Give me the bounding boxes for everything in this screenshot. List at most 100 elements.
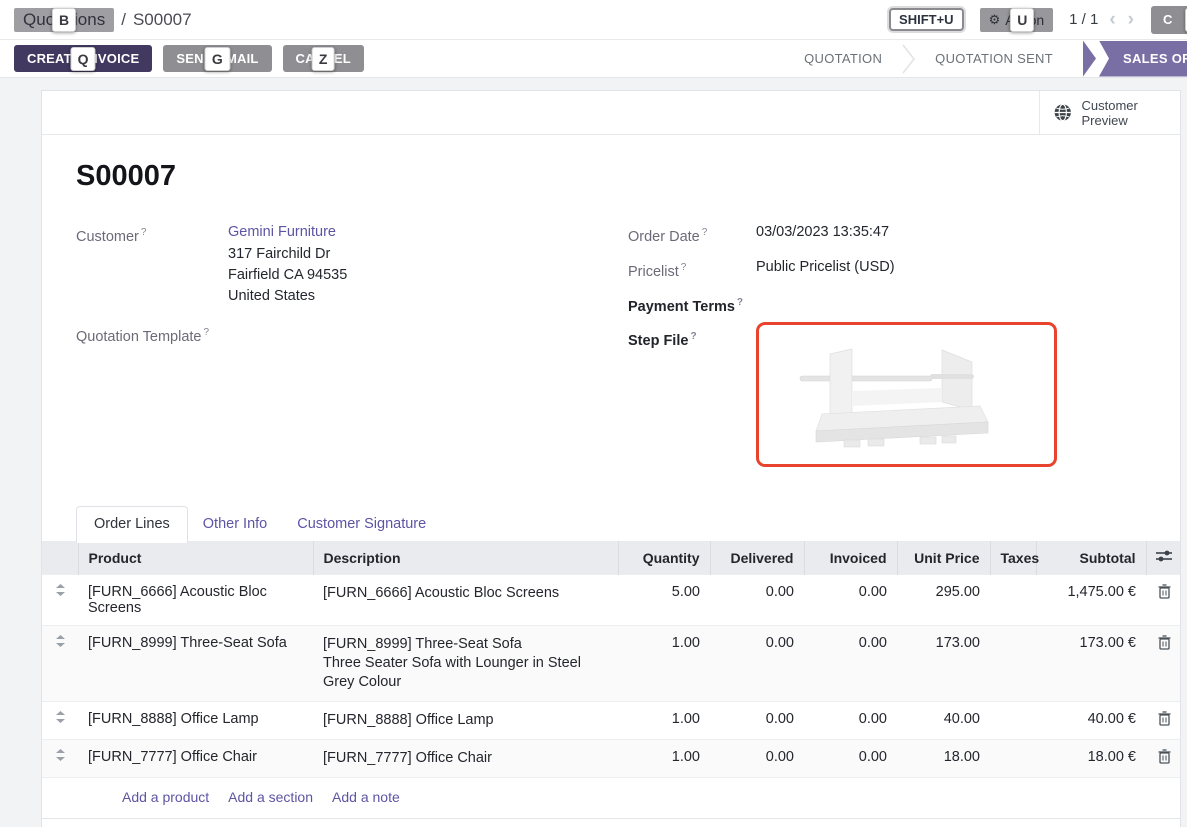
action-bar: CREATE INVOICE Q SEND EMAIL G CANCEL Z Q… [0, 40, 1187, 78]
step-file-image[interactable] [756, 322, 1057, 467]
cell-invoiced[interactable]: 0.00 [804, 626, 897, 702]
status-step-quotation-sent[interactable]: QUOTATION SENT [915, 51, 1073, 66]
customer-preview-label: Customer Preview [1081, 98, 1180, 128]
adjust-columns-icon [1156, 549, 1172, 563]
content-area: Customer Preview S00007 Customer? Gemini… [0, 78, 1187, 827]
cell-unit-price[interactable]: 173.00 [897, 626, 990, 702]
pager-value: 1 / 1 [1069, 11, 1098, 28]
pager: 1 / 1 ‹ › [1069, 10, 1135, 29]
cell-description[interactable]: [FURN_8999] Three-Seat Sofa Three Seater… [313, 626, 618, 702]
cell-unit-price[interactable]: 295.00 [897, 575, 990, 626]
cell-product[interactable]: [FURN_8888] Office Lamp [78, 702, 313, 740]
customer-value: Gemini Furniture 317 Fairchild Dr Fairfi… [228, 222, 347, 307]
column-header-taxes[interactable]: Taxes [990, 541, 1036, 575]
cell-description[interactable]: [FURN_7777] Office Chair [313, 740, 618, 778]
cell-delivered[interactable]: 0.00 [710, 575, 804, 626]
column-header-unit-price[interactable]: Unit Price [897, 541, 990, 575]
cell-subtotal: 1,475.00 € [1036, 575, 1146, 626]
table-row[interactable]: [FURN_7777] Office Chair [FURN_7777] Off… [42, 740, 1181, 778]
list-footer-links: Add a product Add a section Add a note [42, 777, 1180, 818]
table-row[interactable]: [FURN_8888] Office Lamp [FURN_8888] Offi… [42, 702, 1181, 740]
delete-row-button[interactable] [1158, 749, 1171, 767]
cell-invoiced[interactable]: 0.00 [804, 702, 897, 740]
cell-delivered[interactable]: 0.00 [710, 626, 804, 702]
cell-quantity[interactable]: 1.00 [618, 740, 710, 778]
sheet-body: S00007 Customer? Gemini Furniture 317 Fa… [42, 135, 1180, 541]
cell-subtotal: 18.00 € [1036, 740, 1146, 778]
add-product-link[interactable]: Add a product [122, 789, 209, 805]
status-arrow-icon [1083, 41, 1096, 77]
status-step-sales-order[interactable]: SALES ORDER [1099, 41, 1187, 77]
pricelist-label: Pricelist? [628, 257, 756, 283]
cell-taxes[interactable] [990, 575, 1036, 626]
breadcrumb-quotations-link[interactable]: Quotations B [14, 8, 114, 32]
column-header-quantity[interactable]: Quantity [618, 541, 710, 575]
column-header-subtotal[interactable]: Subtotal [1036, 541, 1146, 575]
order-date-value[interactable]: 03/03/2023 13:35:47 [756, 222, 889, 248]
delete-row-button[interactable] [1158, 711, 1171, 729]
cell-quantity[interactable]: 1.00 [618, 702, 710, 740]
cell-unit-price[interactable]: 40.00 [897, 702, 990, 740]
cell-invoiced[interactable]: 0.00 [804, 575, 897, 626]
table-row[interactable]: [FURN_8999] Three-Seat Sofa [FURN_8999] … [42, 626, 1181, 702]
cell-description[interactable]: [FURN_8888] Office Lamp [313, 702, 618, 740]
optional-columns-button[interactable] [1156, 549, 1172, 566]
cell-product[interactable]: [FURN_7777] Office Chair [78, 740, 313, 778]
create-invoice-button[interactable]: CREATE INVOICE Q [14, 45, 152, 72]
pager-previous-button[interactable]: ‹ [1108, 10, 1116, 29]
delete-row-button[interactable] [1158, 584, 1171, 602]
shortcut-badge: SHIFT+U [889, 8, 964, 31]
help-icon: ? [203, 327, 209, 338]
drag-handle-icon[interactable] [42, 740, 78, 778]
gear-icon: ⚙ [989, 12, 1001, 28]
pager-next-button[interactable]: › [1127, 10, 1135, 29]
cancel-button[interactable]: CANCEL Z [283, 45, 364, 72]
cell-product[interactable]: [FURN_8999] Three-Seat Sofa [78, 626, 313, 702]
field-quotation-template: Quotation Template? [76, 322, 628, 348]
cell-taxes[interactable] [990, 626, 1036, 702]
cell-invoiced[interactable]: 0.00 [804, 740, 897, 778]
pricelist-value[interactable]: Public Pricelist (USD) [756, 257, 895, 283]
tab-customer-signature[interactable]: Customer Signature [282, 507, 441, 541]
help-icon: ? [737, 297, 743, 308]
column-header-delivered[interactable]: Delivered [710, 541, 804, 575]
button-box-row: Customer Preview [42, 91, 1180, 135]
optional-columns-header [1146, 541, 1181, 575]
cell-subtotal: 173.00 € [1036, 626, 1146, 702]
cell-product[interactable]: [FURN_6666] Acoustic Bloc Screens [78, 575, 313, 626]
drag-handle-icon[interactable] [42, 626, 78, 702]
cell-description[interactable]: [FURN_6666] Acoustic Bloc Screens [313, 575, 618, 626]
cell-taxes[interactable] [990, 740, 1036, 778]
add-section-link[interactable]: Add a section [228, 789, 313, 805]
column-header-product[interactable]: Product [78, 541, 313, 575]
drag-handle-icon[interactable] [42, 702, 78, 740]
trash-icon [1158, 584, 1171, 599]
tab-other-info[interactable]: Other Info [188, 507, 282, 541]
keyboard-hint-z: Z [312, 47, 335, 71]
keyboard-hint-g: G [205, 47, 230, 71]
create-button[interactable]: C [1151, 6, 1187, 34]
keyboard-hint-b: B [52, 8, 76, 32]
cell-taxes[interactable] [990, 702, 1036, 740]
send-email-button[interactable]: SEND EMAIL G [163, 45, 271, 72]
cell-delivered[interactable]: 0.00 [710, 702, 804, 740]
delete-row-button[interactable] [1158, 635, 1171, 653]
cell-quantity[interactable]: 5.00 [618, 575, 710, 626]
cell-unit-price[interactable]: 18.00 [897, 740, 990, 778]
table-row[interactable]: [FURN_6666] Acoustic Bloc Screens [FURN_… [42, 575, 1181, 626]
customer-preview-button[interactable]: Customer Preview [1039, 91, 1180, 134]
trash-icon [1158, 635, 1171, 650]
column-header-invoiced[interactable]: Invoiced [804, 541, 897, 575]
field-column-left: Customer? Gemini Furniture 317 Fairchild… [76, 222, 628, 476]
payment-terms-label: Payment Terms? [628, 292, 756, 318]
column-header-description[interactable]: Description [313, 541, 618, 575]
cell-quantity[interactable]: 1.00 [618, 626, 710, 702]
cell-delivered[interactable]: 0.00 [710, 740, 804, 778]
help-icon: ? [681, 262, 687, 273]
status-step-quotation[interactable]: QUOTATION [784, 51, 902, 66]
tab-order-lines[interactable]: Order Lines [76, 506, 188, 543]
action-menu-button[interactable]: ⚙ Action U [980, 8, 1054, 32]
customer-link[interactable]: Gemini Furniture [228, 224, 336, 240]
add-note-link[interactable]: Add a note [332, 789, 400, 805]
drag-handle-icon[interactable] [42, 575, 78, 626]
